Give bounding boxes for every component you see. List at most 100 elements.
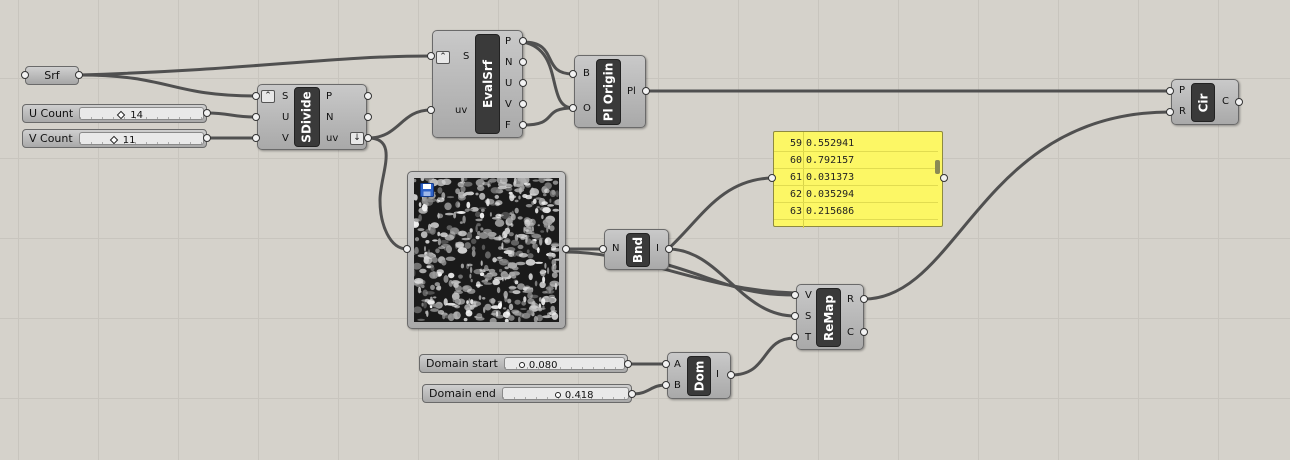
plorigin-title: Pl Origin <box>596 59 621 125</box>
sdivide-input-u: U <box>282 112 290 123</box>
remap-grip-r[interactable] <box>860 295 868 303</box>
wire-evalsrf-plorigin-b <box>521 40 575 76</box>
evalsrf-output-p: P <box>505 36 512 47</box>
evalsrf-grip-f[interactable] <box>519 121 527 129</box>
evalsrf-component[interactable]: EvalSrf S uv P N U V F ⌃ <box>432 30 523 138</box>
evalsrf-grip-uv[interactable] <box>427 106 435 114</box>
sdivide-grip-p[interactable] <box>364 92 372 100</box>
cir-grip-p[interactable] <box>1166 87 1174 95</box>
remap-input-s: S <box>805 311 812 322</box>
evalsrf-grip-s[interactable] <box>427 52 435 60</box>
domain-end-knob[interactable] <box>554 392 561 398</box>
sdivide-grip-v[interactable] <box>252 134 260 142</box>
remap-grip-t[interactable] <box>791 333 799 341</box>
panel-output-grip[interactable] <box>940 174 948 182</box>
v-count-value: 11 <box>122 135 136 146</box>
srf-input-grip[interactable] <box>21 71 29 79</box>
evalsrf-grip-v[interactable] <box>519 100 527 108</box>
u-count-track[interactable]: 14 <box>79 107 204 121</box>
bnd-title: Bnd <box>626 233 650 267</box>
sdivide-grip-uv[interactable] <box>364 134 372 142</box>
u-count-name: U Count <box>29 107 74 120</box>
remap-grip-s[interactable] <box>791 312 799 320</box>
panel-row: 62 0.035294 <box>774 186 938 203</box>
remap-input-v: V <box>805 290 812 301</box>
domain-end-value: 0.418 <box>564 390 594 401</box>
v-count-knob[interactable] <box>109 135 118 145</box>
evalsrf-grip-p[interactable] <box>519 37 527 45</box>
evalsrf-title: EvalSrf <box>475 34 500 134</box>
panel-row-value: 0.035294 <box>806 189 855 200</box>
v-count-output-grip[interactable] <box>203 134 211 142</box>
domain-start-slider[interactable]: Domain start 0.080 <box>419 354 628 373</box>
srf-param[interactable]: Srf <box>25 66 79 85</box>
srf-output-grip[interactable] <box>75 71 83 79</box>
sdivide-input-s: S <box>282 91 289 102</box>
evalsrf-grip-n[interactable] <box>519 58 527 66</box>
sdivide-component[interactable]: SDivide S U V P N uv ⌃ ↓ <box>257 84 367 150</box>
remap-grip-c[interactable] <box>860 328 868 336</box>
v-count-track[interactable]: 11 <box>78 132 204 146</box>
wire-ucount-sdivide <box>205 111 258 119</box>
chevron-up-icon[interactable]: ⌃ <box>261 90 275 103</box>
remap-title: ReMap <box>816 288 841 347</box>
bnd-grip-n[interactable] <box>599 245 607 253</box>
wire-srf-evalsrf <box>78 54 433 77</box>
srf-label: Srf <box>44 69 60 82</box>
wire-bnd-panel <box>666 176 773 251</box>
u-count-value: 14 <box>130 110 143 121</box>
sdivide-grip-n[interactable] <box>364 113 372 121</box>
domain-start-name: Domain start <box>426 357 498 370</box>
remap-grip-v[interactable] <box>791 291 799 299</box>
domain-end-track[interactable]: 0.418 <box>501 387 629 401</box>
domain-end-slider[interactable]: Domain end 0.418 <box>422 384 632 403</box>
panel-row-index: 59 <box>789 138 802 149</box>
evalsrf-output-n: N <box>505 57 513 68</box>
panel-scrollbar[interactable] <box>935 160 940 174</box>
image-sampler-component[interactable] <box>407 171 566 329</box>
dom-grip-a[interactable] <box>662 360 670 368</box>
sdivide-output-n: N <box>326 112 334 123</box>
panel-input-grip[interactable] <box>768 174 776 182</box>
cir-grip-r[interactable] <box>1166 108 1174 116</box>
domain-start-output-grip[interactable] <box>624 360 632 368</box>
u-count-knob[interactable] <box>116 110 126 120</box>
dom-input-b: B <box>674 380 681 391</box>
u-count-output-grip[interactable] <box>203 109 211 117</box>
remap-component[interactable]: ReMap V S T R C <box>796 284 864 350</box>
cir-input-p: P <box>1179 85 1186 96</box>
cir-component[interactable]: Cir P R C <box>1171 79 1239 125</box>
u-count-slider[interactable]: U Count 14 <box>22 104 207 123</box>
data-panel[interactable]: 59 0.552941 60 0.792157 61 0.031373 62 0… <box>773 131 943 228</box>
image-sampler-input-grip[interactable] <box>403 245 411 253</box>
wire-imagesampler-remap <box>564 250 797 295</box>
domain-start-knob[interactable] <box>518 362 525 368</box>
plorigin-component[interactable]: Pl Origin B O Pl <box>574 55 646 128</box>
grasshopper-canvas[interactable]: Srf U Count 14 V Count 11 SDivide S U V … <box>0 0 1290 460</box>
v-count-slider[interactable]: V Count 11 <box>22 129 207 148</box>
panel-row-value: 0.792157 <box>806 155 855 166</box>
panel-row-index: 63 <box>789 206 802 217</box>
image-sampler-output-grip[interactable] <box>562 245 570 253</box>
plorigin-grip-o[interactable] <box>569 104 577 112</box>
sdivide-grip-s[interactable] <box>252 92 260 100</box>
down-arrow-icon[interactable]: ↓ <box>350 132 364 145</box>
sdivide-grip-u[interactable] <box>252 113 260 121</box>
plorigin-grip-pl[interactable] <box>642 87 650 95</box>
dom-grip-i[interactable] <box>727 371 735 379</box>
domain-end-output-grip[interactable] <box>628 390 636 398</box>
panel-row-index: 62 <box>789 189 802 200</box>
cir-grip-c[interactable] <box>1235 98 1243 106</box>
plorigin-grip-b[interactable] <box>569 70 577 78</box>
floppy-disk-icon[interactable] <box>420 183 434 197</box>
bnd-component[interactable]: Bnd N I <box>604 229 669 270</box>
panel-row: 61 0.031373 <box>774 169 938 186</box>
dom-component[interactable]: Dom A B I <box>667 352 731 399</box>
dom-grip-b[interactable] <box>662 381 670 389</box>
bnd-output-i: I <box>656 243 659 254</box>
evalsrf-grip-u[interactable] <box>519 79 527 87</box>
chevron-up-icon[interactable]: ⌃ <box>436 51 450 64</box>
bnd-grip-i[interactable] <box>665 245 673 253</box>
domain-start-track[interactable]: 0.080 <box>503 357 625 371</box>
wire-sdivide-evalsrf <box>366 108 433 140</box>
